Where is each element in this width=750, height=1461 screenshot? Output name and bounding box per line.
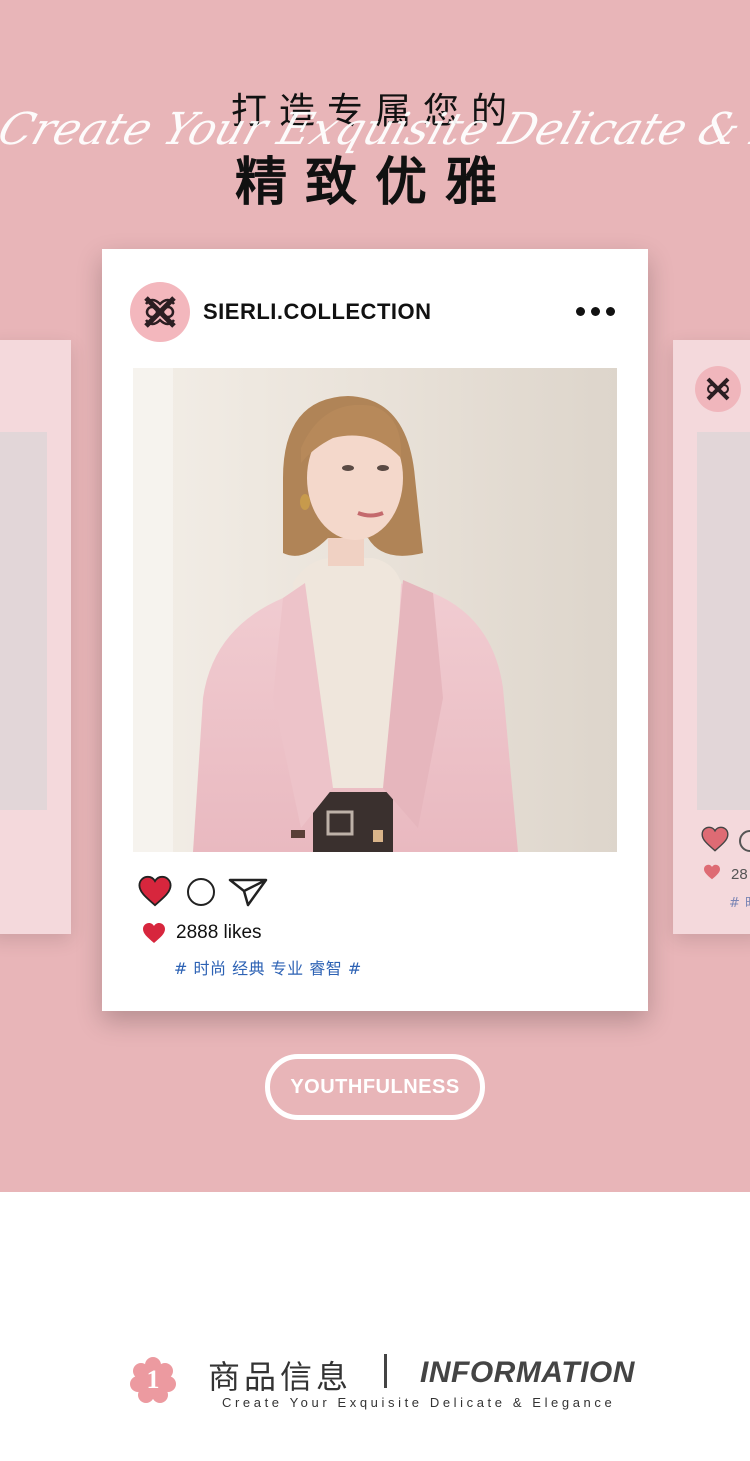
headline-main: 精致优雅: [234, 153, 515, 213]
likes-heart-icon: [704, 864, 720, 880]
more-dots-icon[interactable]: [576, 307, 616, 317]
comment-circle-icon[interactable]: [739, 830, 750, 852]
side-likes-count: 28: [731, 866, 748, 883]
side-card-photo: [697, 432, 750, 810]
section-title-cn: 商品信息: [208, 1358, 353, 1396]
side-card-left[interactable]: [0, 340, 71, 934]
comment-circle-icon[interactable]: [187, 878, 215, 906]
section-number: 1: [146, 1365, 160, 1394]
paper-plane-icon[interactable]: [228, 877, 268, 907]
heart-icon[interactable]: [138, 875, 172, 907]
section-divider: [384, 1354, 387, 1388]
post-photo: [133, 368, 617, 852]
youthfulness-button[interactable]: YOUTHFULNESS: [265, 1054, 485, 1120]
youthfulness-button-label: YOUTHFULNESS: [290, 1076, 460, 1098]
likes-count: 2888 likes: [176, 922, 262, 943]
section-subtitle: Create Your Exquisite Delicate & Eleganc…: [222, 1395, 616, 1410]
side-card-right[interactable]: 28 # 时: [673, 340, 750, 934]
likes-heart-icon: [143, 923, 165, 943]
side-tags: # 时: [729, 896, 750, 911]
heart-icon[interactable]: [701, 826, 729, 852]
sierli-logo-icon: [695, 366, 741, 412]
hero-banner: 打造专属您的 Create Your Exquisite Delicate & …: [0, 0, 750, 1192]
section-title-en: INFORMATION: [420, 1356, 635, 1389]
sierli-logo-icon[interactable]: [130, 282, 190, 342]
side-card-photo: [0, 432, 47, 810]
post-card: SIERLI.COLLECTION 2888 likes # 时尚 经典 专业 …: [102, 249, 648, 1011]
post-tags[interactable]: # 时尚 经典 专业 睿智 #: [174, 955, 362, 979]
account-name[interactable]: SIERLI.COLLECTION: [203, 299, 432, 325]
